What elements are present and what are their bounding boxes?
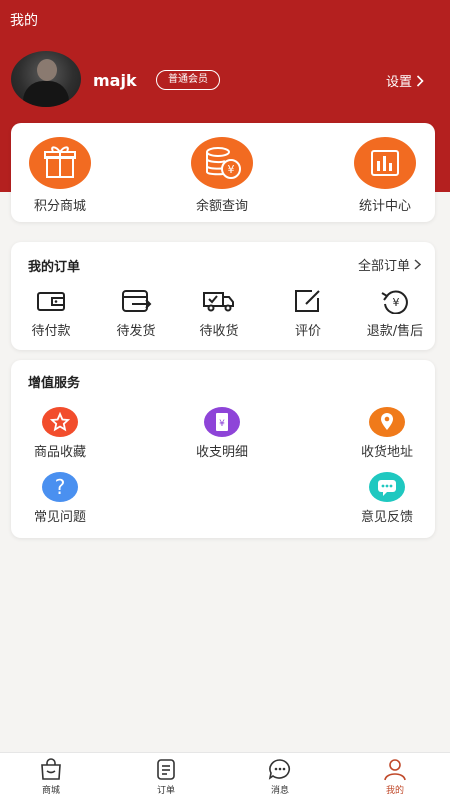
- quick-actions-card: 积分商城 ¥ 余额查询 统计中心: [11, 123, 435, 222]
- avatar-head: [37, 59, 57, 81]
- order-list-icon: [157, 759, 175, 780]
- refund-icon: ¥: [381, 290, 408, 314]
- my-orders-title: 我的订单: [28, 260, 81, 275]
- shipping-address-label: 收货地址: [360, 445, 413, 460]
- feedback-button[interactable]: 意见反馈: [347, 472, 427, 525]
- gift-icon: [29, 137, 91, 189]
- faq-button[interactable]: ? 常见问题: [20, 472, 100, 525]
- member-level-badge: 普通会员: [156, 70, 220, 90]
- all-orders-label: 全部订单: [357, 259, 410, 274]
- edit-icon: [295, 290, 320, 312]
- chat-bubble-icon: [369, 472, 405, 502]
- tab-shop-label: 商城: [41, 786, 60, 796]
- receipt-icon: ¥: [204, 407, 240, 437]
- points-mall-button[interactable]: 积分商城: [15, 137, 105, 214]
- avatar[interactable]: [11, 51, 81, 107]
- stats-center-button[interactable]: 统计中心: [340, 137, 430, 214]
- shop-bag-icon: [41, 758, 61, 780]
- transactions-button[interactable]: ¥ 收支明细: [182, 407, 262, 460]
- feedback-label: 意见反馈: [360, 510, 413, 525]
- question-icon: ?: [42, 472, 78, 502]
- refund-aftersale-button[interactable]: ¥ 退款/售后: [360, 288, 430, 339]
- svg-text:¥: ¥: [228, 163, 235, 176]
- settings-link[interactable]: 设置: [386, 71, 424, 90]
- chevron-right-icon: [414, 259, 421, 270]
- shipping-address-button[interactable]: 收货地址: [347, 407, 427, 460]
- pending-receipt-label: 待收货: [199, 324, 239, 339]
- tab-messages[interactable]: 消息: [245, 757, 315, 796]
- avatar-body: [23, 81, 69, 107]
- review-button[interactable]: 评价: [273, 288, 343, 339]
- transactions-label: 收支明细: [195, 445, 248, 460]
- chevron-right-icon: [416, 74, 424, 87]
- balance-query-button[interactable]: ¥ 余额查询: [177, 137, 267, 214]
- svg-text:¥: ¥: [219, 419, 225, 429]
- stats-center-label: 统计中心: [358, 199, 411, 214]
- favorites-button[interactable]: 商品收藏: [20, 407, 100, 460]
- tab-mine[interactable]: 我的: [360, 757, 430, 796]
- tab-shop[interactable]: 商城: [16, 757, 86, 796]
- page-title: 我的: [10, 13, 38, 29]
- username: majk: [93, 71, 137, 90]
- my-orders-card: 我的订单 全部订单 待付款 待发货 待收货 评价 ¥ 退款/售后: [11, 242, 435, 350]
- wallet-icon: [37, 292, 65, 311]
- tab-mine-label: 我的: [385, 786, 404, 796]
- truck-icon: [203, 292, 234, 312]
- pending-payment-label: 待付款: [31, 324, 71, 339]
- pending-receipt-button[interactable]: 待收货: [184, 288, 254, 339]
- svg-text:?: ?: [55, 475, 66, 499]
- coins-icon: ¥: [191, 137, 253, 189]
- svg-text:¥: ¥: [393, 296, 400, 309]
- faq-label: 常见问题: [33, 510, 86, 525]
- balance-query-label: 余额查询: [195, 199, 248, 214]
- tab-orders-label: 订单: [156, 786, 175, 796]
- pending-payment-button[interactable]: 待付款: [16, 288, 86, 339]
- all-orders-link[interactable]: 全部订单: [358, 255, 421, 274]
- favorites-label: 商品收藏: [33, 445, 86, 460]
- services-title: 增值服务: [28, 376, 81, 391]
- message-icon: [268, 759, 291, 780]
- ship-box-icon: [122, 290, 152, 312]
- value-added-services-card: 增值服务 商品收藏 ¥ 收支明细 收货地址 ? 常见问题 意见反馈: [11, 360, 435, 538]
- tab-orders[interactable]: 订单: [131, 757, 201, 796]
- tab-messages-label: 消息: [270, 786, 289, 796]
- pending-shipment-label: 待发货: [116, 324, 156, 339]
- settings-label: 设置: [386, 75, 413, 90]
- bar-chart-icon: [354, 137, 416, 189]
- refund-aftersale-label: 退款/售后: [366, 324, 424, 339]
- points-mall-label: 积分商城: [33, 199, 86, 214]
- star-icon: [42, 407, 78, 437]
- person-icon: [384, 759, 406, 781]
- location-icon: [369, 407, 405, 437]
- review-label: 评价: [294, 324, 321, 339]
- bottom-tab-bar: 商城 订单 消息 我的: [0, 752, 450, 800]
- pending-shipment-button[interactable]: 待发货: [101, 288, 171, 339]
